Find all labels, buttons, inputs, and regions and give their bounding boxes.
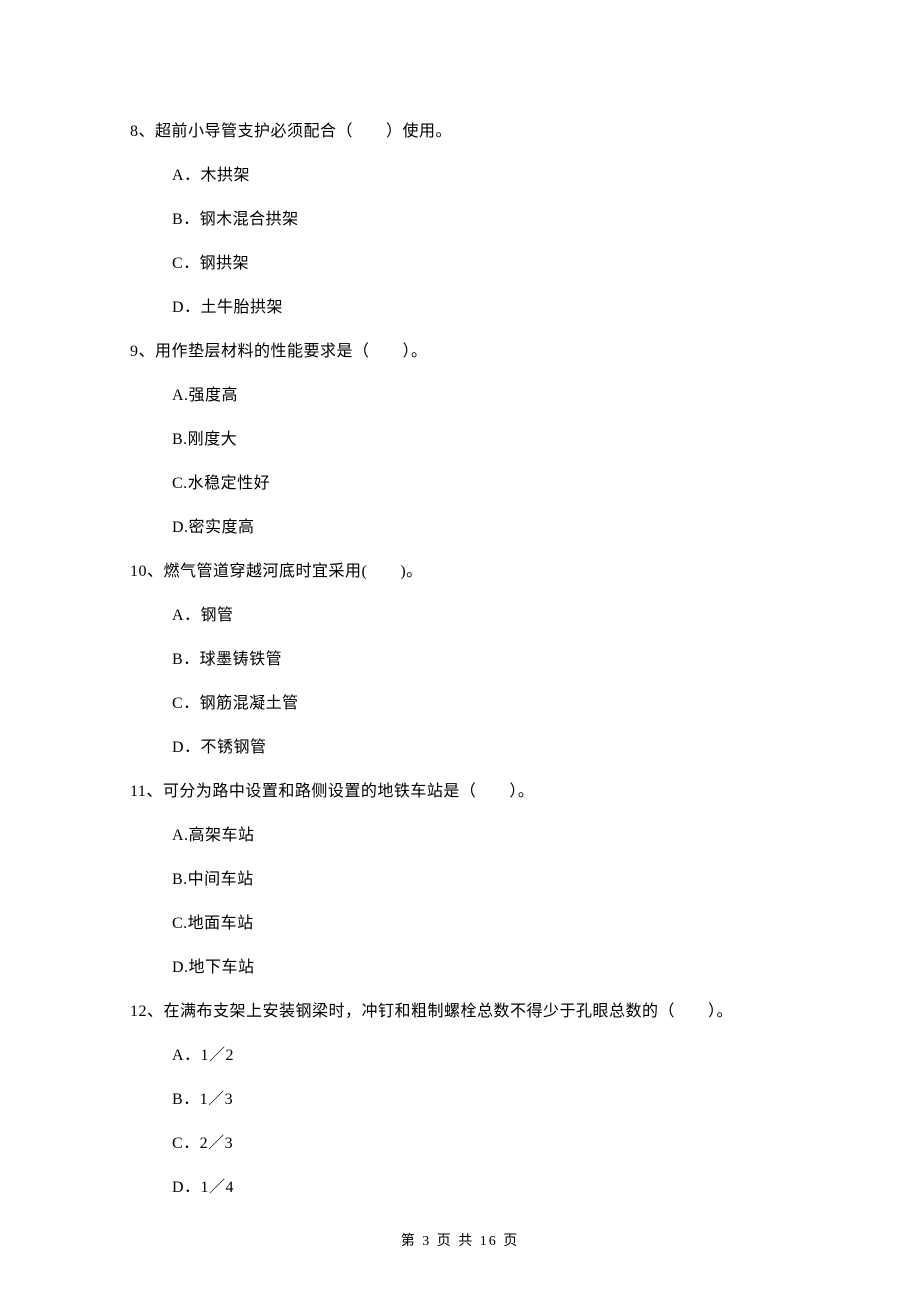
question-number: 11、 (130, 783, 163, 800)
question-9: 9、用作垫层材料的性能要求是（ ）。 A.强度高 B.刚度大 C.水稳定性好 D… (130, 340, 790, 540)
question-text: 10、燃气管道穿越河底时宜采用( )。 (130, 560, 790, 584)
option-c: C.地面车站 (130, 912, 790, 936)
question-text: 11、可分为路中设置和路侧设置的地铁车站是（ ）。 (130, 780, 790, 804)
option-a: A.强度高 (130, 384, 790, 408)
question-text: 8、超前小导管支护必须配合（ ）使用。 (130, 120, 790, 144)
option-a: A．木拱架 (130, 164, 790, 188)
option-d: D．1／4 (130, 1176, 790, 1200)
page-content: 8、超前小导管支护必须配合（ ）使用。 A．木拱架 B．钢木混合拱架 C．钢拱架… (0, 0, 920, 1200)
question-stem: 燃气管道穿越河底时宜采用( )。 (164, 563, 423, 580)
question-stem: 超前小导管支护必须配合（ ）使用。 (155, 123, 452, 140)
question-12: 12、在满布支架上安装钢梁时，冲钉和粗制螺栓总数不得少于孔眼总数的（ ）。 A．… (130, 1000, 790, 1200)
option-b: B．球墨铸铁管 (130, 648, 790, 672)
question-number: 12、 (130, 1003, 164, 1020)
option-a: A．1／2 (130, 1044, 790, 1068)
option-a: A.高架车站 (130, 824, 790, 848)
option-b: B．1／3 (130, 1088, 790, 1112)
option-c: C．钢筋混凝土管 (130, 692, 790, 716)
question-number: 9、 (130, 343, 155, 360)
option-a: A．钢管 (130, 604, 790, 628)
question-stem: 用作垫层材料的性能要求是（ ）。 (155, 343, 428, 360)
question-10: 10、燃气管道穿越河底时宜采用( )。 A．钢管 B．球墨铸铁管 C．钢筋混凝土… (130, 560, 790, 760)
question-11: 11、可分为路中设置和路侧设置的地铁车站是（ ）。 A.高架车站 B.中间车站 … (130, 780, 790, 980)
question-stem: 在满布支架上安装钢梁时，冲钉和粗制螺栓总数不得少于孔眼总数的（ ）。 (164, 1003, 734, 1020)
question-number: 10、 (130, 563, 164, 580)
option-b: B.中间车站 (130, 868, 790, 892)
question-stem: 可分为路中设置和路侧设置的地铁车站是（ ）。 (163, 783, 535, 800)
question-8: 8、超前小导管支护必须配合（ ）使用。 A．木拱架 B．钢木混合拱架 C．钢拱架… (130, 120, 790, 320)
option-d: D．不锈钢管 (130, 736, 790, 760)
question-text: 12、在满布支架上安装钢梁时，冲钉和粗制螺栓总数不得少于孔眼总数的（ ）。 (130, 1000, 790, 1024)
option-d: D．土牛胎拱架 (130, 296, 790, 320)
option-b: B．钢木混合拱架 (130, 208, 790, 232)
option-c: C.水稳定性好 (130, 472, 790, 496)
option-c: C．2／3 (130, 1132, 790, 1156)
question-number: 8、 (130, 123, 155, 140)
question-text: 9、用作垫层材料的性能要求是（ ）。 (130, 340, 790, 364)
page-footer: 第 3 页 共 16 页 (0, 1230, 920, 1250)
option-d: D.密实度高 (130, 516, 790, 540)
option-c: C．钢拱架 (130, 252, 790, 276)
option-d: D.地下车站 (130, 956, 790, 980)
option-b: B.刚度大 (130, 428, 790, 452)
